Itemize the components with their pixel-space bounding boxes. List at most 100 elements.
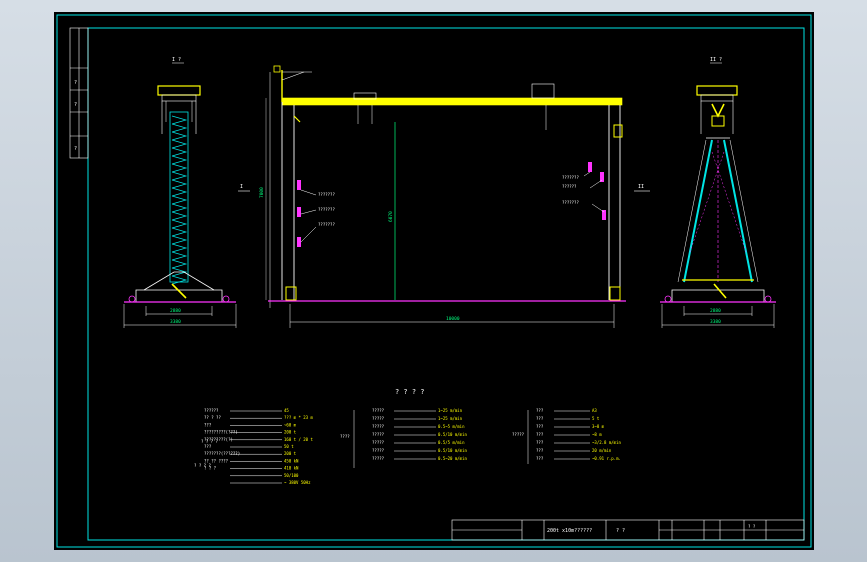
spec-left-label: ?? ? ?? [204, 415, 221, 420]
right-leg-component-2 [600, 172, 604, 182]
section-marker-left: I [238, 184, 250, 192]
section-marker-right: II [634, 184, 650, 192]
spec-left-value: 160 t / 20 t [284, 437, 313, 442]
spec-left-label: ?????? [204, 408, 219, 413]
left-ladder [171, 115, 188, 285]
left-side-strip [69, 27, 89, 159]
title-block-scale: ? ? [616, 528, 625, 534]
svg-text:II: II [638, 184, 644, 190]
front-callout-left-2: ??????? [318, 207, 335, 212]
spec-mid-value: 0.5/10 m/min [438, 432, 467, 437]
spec-left-value: 450 kN [284, 458, 299, 463]
side-strip-label-2: ? [74, 102, 77, 108]
spec-mid-value: 0.5/10 m/min [438, 448, 467, 453]
front-callout-right-3: ??????? [562, 200, 579, 205]
left-view-label: I ? [172, 57, 181, 63]
right-side-view: II ? 2880 3380 [660, 57, 776, 328]
right-aframe-leg-left [683, 139, 713, 283]
main-girder [281, 97, 623, 106]
front-view: ??????? ??????? ??????? ??????? ?????? ?… [259, 65, 626, 328]
spec-mid-value: 0.5~5 m/min [438, 424, 465, 429]
spec-left-label: ???????(??????) [204, 451, 240, 456]
left-trolley-beam [157, 85, 201, 96]
spec-left-value: 200 t [284, 430, 297, 435]
notes-title: ? ? ? ? [395, 388, 425, 396]
spec-right-value: ~3/2.8 m/min [592, 440, 621, 445]
spec-mid-label: ????? [372, 456, 385, 461]
spec-left-value: 45 [284, 408, 289, 413]
spec-mid-label: ????? [372, 440, 385, 445]
spec-mid-label: ????? [372, 424, 385, 429]
spec-right-value: ~8 m [592, 432, 602, 437]
spec-left-value: ??? m * 23 m [284, 415, 313, 420]
right-view-label: II ? [710, 57, 722, 63]
side-strip-label-3: ? [74, 146, 77, 152]
spec-right-value: 20 m/min [592, 448, 612, 453]
left-base-dim: 3380 [170, 319, 181, 325]
spec-right-label: ??? [536, 432, 544, 437]
spec-mid-label: ????? [372, 408, 385, 413]
spec-right-group-label: ????? [512, 432, 525, 437]
spec-mid-value: 1~25 m/min [438, 416, 463, 421]
spec-table-middle: ????????? 1~25 m/min????? 1~25 m/min????? 0… [340, 408, 467, 468]
spec-left-value: 50 t [284, 444, 294, 449]
spec-left-group-label: ? ? ? ? [201, 439, 218, 444]
title-block-sheet: ? ? [748, 524, 756, 529]
spec-mid-label: ????? [372, 432, 385, 437]
right-base-dim: 3380 [710, 319, 721, 325]
front-callout-left-3: ??????? [318, 222, 335, 227]
spec-right-value: ~0.91 r.p.m. [592, 456, 621, 461]
spec-table-right: ???????? A3??? 5 t??? 3~8 m??? ~8 m??? ~3/2.8… [512, 408, 621, 464]
right-leg-component-1 [588, 162, 592, 172]
front-callout-right-2: ?????? [562, 184, 577, 189]
right-trolley-beam [696, 85, 738, 96]
left-leg-component-3 [297, 237, 301, 247]
spec-left-group-label: ? ? ? ? [194, 463, 211, 468]
spec-right-label: ??? [536, 456, 544, 461]
right-leg-component-3 [602, 210, 606, 220]
main-span-dim: 10000 [446, 316, 460, 322]
front-callout-right-1: ??????? [562, 175, 579, 180]
spec-right-label: ??? [536, 448, 544, 453]
spec-mid-group-label: ???? [340, 434, 350, 439]
spec-left-label: ??? [204, 444, 212, 449]
spec-table-left: ?????? 45 ?? ? ?? ??? m * 23 m??? ~60 m?????… [194, 408, 313, 485]
drawing-sheet[interactable]: ? ? ? I ? 2880 3380 I ??????? ??????? ??… [54, 12, 814, 550]
spec-mid-label: ????? [372, 448, 385, 453]
side-strip-label-1: ? [74, 80, 77, 86]
spec-left-label: ?????????(???) [204, 430, 238, 435]
spec-mid-label: ????? [372, 416, 385, 421]
svg-text:I: I [240, 184, 243, 190]
cad-viewport[interactable]: ? ? ? I ? 2880 3380 I ??????? ??????? ??… [0, 0, 867, 562]
spec-left-value: 410 kN [284, 466, 299, 471]
spec-right-label: ??? [536, 416, 544, 421]
left-leg-component-1 [297, 180, 301, 190]
spec-right-label: ??? [536, 440, 544, 445]
spec-left-label: ??? [204, 422, 212, 427]
front-callout-left-1: ??????? [318, 192, 335, 197]
spec-mid-value: 1~25 m/min [438, 408, 463, 413]
drawing-canvas: ? ? ? I ? 2880 3380 I ??????? ??????? ??… [56, 14, 812, 548]
left-height-dim: 7000 [259, 187, 265, 198]
trolley-right [531, 83, 555, 99]
left-side-view: I ? 2880 3380 [123, 57, 237, 328]
right-width-dim: 2880 [710, 308, 721, 314]
left-leg-component-2 [297, 207, 301, 217]
right-base [671, 289, 765, 303]
right-aframe-leg-right [723, 139, 753, 283]
spec-right-value: 5 t [592, 416, 600, 421]
title-block-drawing-name: 200t x10m?????? [547, 528, 592, 534]
spec-left-value: 50/100 [284, 473, 299, 478]
spec-mid-value: 0.5/5 m/min [438, 440, 465, 445]
center-height-dim: 6070 [388, 211, 394, 222]
spec-right-value: 3~8 m [592, 424, 605, 429]
spec-mid-value: 0.5~20 m/min [438, 456, 467, 461]
left-width-dim: 2880 [170, 308, 181, 314]
spec-left-value: ~ 380V 50Hz [284, 480, 311, 485]
spec-right-value: A3 [592, 408, 597, 413]
title-block [451, 519, 805, 541]
spec-left-value: ~60 m [284, 422, 297, 427]
spec-right-label: ??? [536, 408, 544, 413]
spec-right-label: ??? [536, 424, 544, 429]
spec-left-value: 200 t [284, 451, 297, 456]
